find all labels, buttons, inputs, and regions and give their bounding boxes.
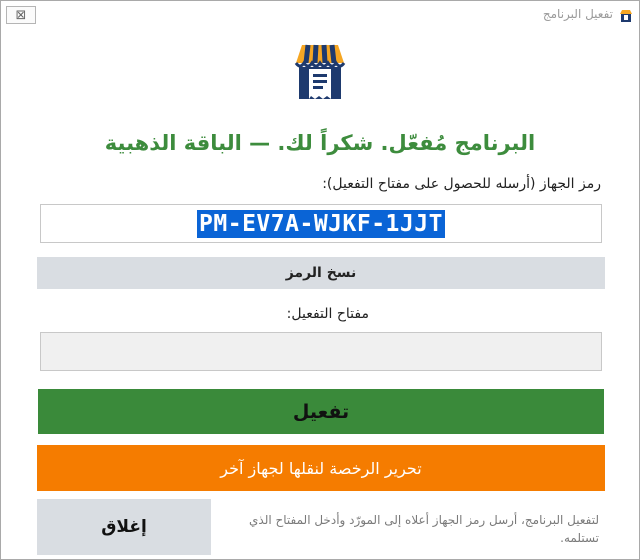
device-code-field[interactable]: PM-EV7A-WJKF-1JJT [40, 204, 602, 243]
activation-status: البرنامج مُفعّل. شكراً لك. — الباقة الذه… [104, 131, 536, 155]
shop-receipt-icon [620, 10, 632, 22]
activation-window: تفعيل البرنامج ⊠ البرنامج مُفعّل. شكراً … [0, 0, 640, 560]
window-title: تفعيل البرنامج [542, 7, 613, 21]
window-close-button[interactable]: ⊠ [6, 6, 36, 24]
activation-key-label: مفتاح التفعيل: [286, 306, 369, 322]
title-bar: تفعيل البرنامج ⊠ [1, 1, 639, 31]
release-license-button[interactable]: تحرير الرخصة لنقلها لجهاز آخر [37, 445, 605, 491]
shop-receipt-icon [294, 44, 346, 99]
copy-code-button[interactable]: نسخ الرمز [37, 257, 605, 289]
close-icon: ⊠ [15, 7, 27, 23]
activation-hint: لتفعيل البرنامج، أرسل رمز الجهاز أعلاه إ… [249, 513, 599, 545]
activate-button[interactable]: تفعيل [38, 389, 604, 434]
close-button[interactable]: إغلاق [37, 499, 211, 555]
device-code-label: رمز الجهاز (أرسله للحصول على مفتاح التفع… [322, 176, 601, 192]
activation-key-input[interactable] [40, 332, 602, 371]
device-code-value: PM-EV7A-WJKF-1JJT [197, 209, 445, 238]
